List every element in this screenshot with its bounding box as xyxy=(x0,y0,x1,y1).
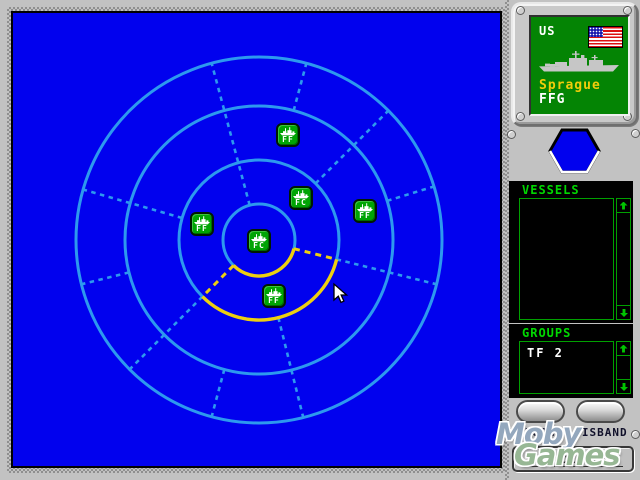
groups-list[interactable]: TF 2 xyxy=(519,341,614,394)
vessels-scrollbar[interactable] xyxy=(616,198,631,320)
group-shape-icon xyxy=(547,127,601,179)
arrow-up-icon xyxy=(619,344,628,353)
screw-icon xyxy=(631,430,640,439)
groups-label: GROUPS xyxy=(522,326,572,340)
ship-silhouette xyxy=(539,51,619,72)
sidebar: US Sprague FFG VESSELS GROUPS TF 2 FORM … xyxy=(505,0,640,480)
tactical-map[interactable]: FF FC FF FF FC FF xyxy=(11,11,502,468)
nation-label: US xyxy=(539,24,556,38)
groups-scrollbar[interactable] xyxy=(616,341,631,394)
arrow-down-icon xyxy=(620,309,628,317)
unit-info-card: US Sprague FFG xyxy=(529,15,630,116)
screw-icon xyxy=(516,6,525,15)
ship-layer: FF FC FF FF FC FF xyxy=(13,13,500,466)
scroll-down-button[interactable] xyxy=(616,379,631,394)
ship-icon[interactable]: FF xyxy=(262,284,286,308)
game-screen: FF FC FF FF FC FF US Sprague FFG VESSELS… xyxy=(0,0,640,480)
ship-icon[interactable]: FC xyxy=(289,186,313,210)
vessels-panel: VESSELS xyxy=(509,181,633,323)
screw-icon xyxy=(631,129,640,138)
unit-info-plate: US Sprague FFG xyxy=(511,2,638,126)
disband-button[interactable] xyxy=(576,400,625,423)
screw-icon xyxy=(507,130,516,139)
scroll-down-button[interactable] xyxy=(616,305,631,320)
screw-icon xyxy=(516,112,525,121)
group-list-item[interactable]: TF 2 xyxy=(527,346,564,360)
ship-icon[interactable]: FC xyxy=(247,229,271,253)
ship-name: Sprague xyxy=(539,78,601,93)
ship-class-label: FFG xyxy=(539,92,566,107)
vessels-label: VESSELS xyxy=(522,183,580,197)
scroll-up-button[interactable] xyxy=(616,198,631,213)
arrow-down-icon xyxy=(620,383,628,391)
games-watermark: Games xyxy=(514,438,621,472)
vessels-list[interactable] xyxy=(519,198,614,320)
scroll-up-button[interactable] xyxy=(616,341,631,356)
ship-icon[interactable]: FF xyxy=(276,123,300,147)
arrow-up-icon xyxy=(619,201,628,210)
ship-icon[interactable]: FF xyxy=(353,199,377,223)
ship-icon[interactable]: FF xyxy=(190,212,214,236)
groups-panel: GROUPS TF 2 xyxy=(509,324,633,398)
us-flag-icon xyxy=(588,26,623,48)
screw-icon xyxy=(623,6,632,15)
